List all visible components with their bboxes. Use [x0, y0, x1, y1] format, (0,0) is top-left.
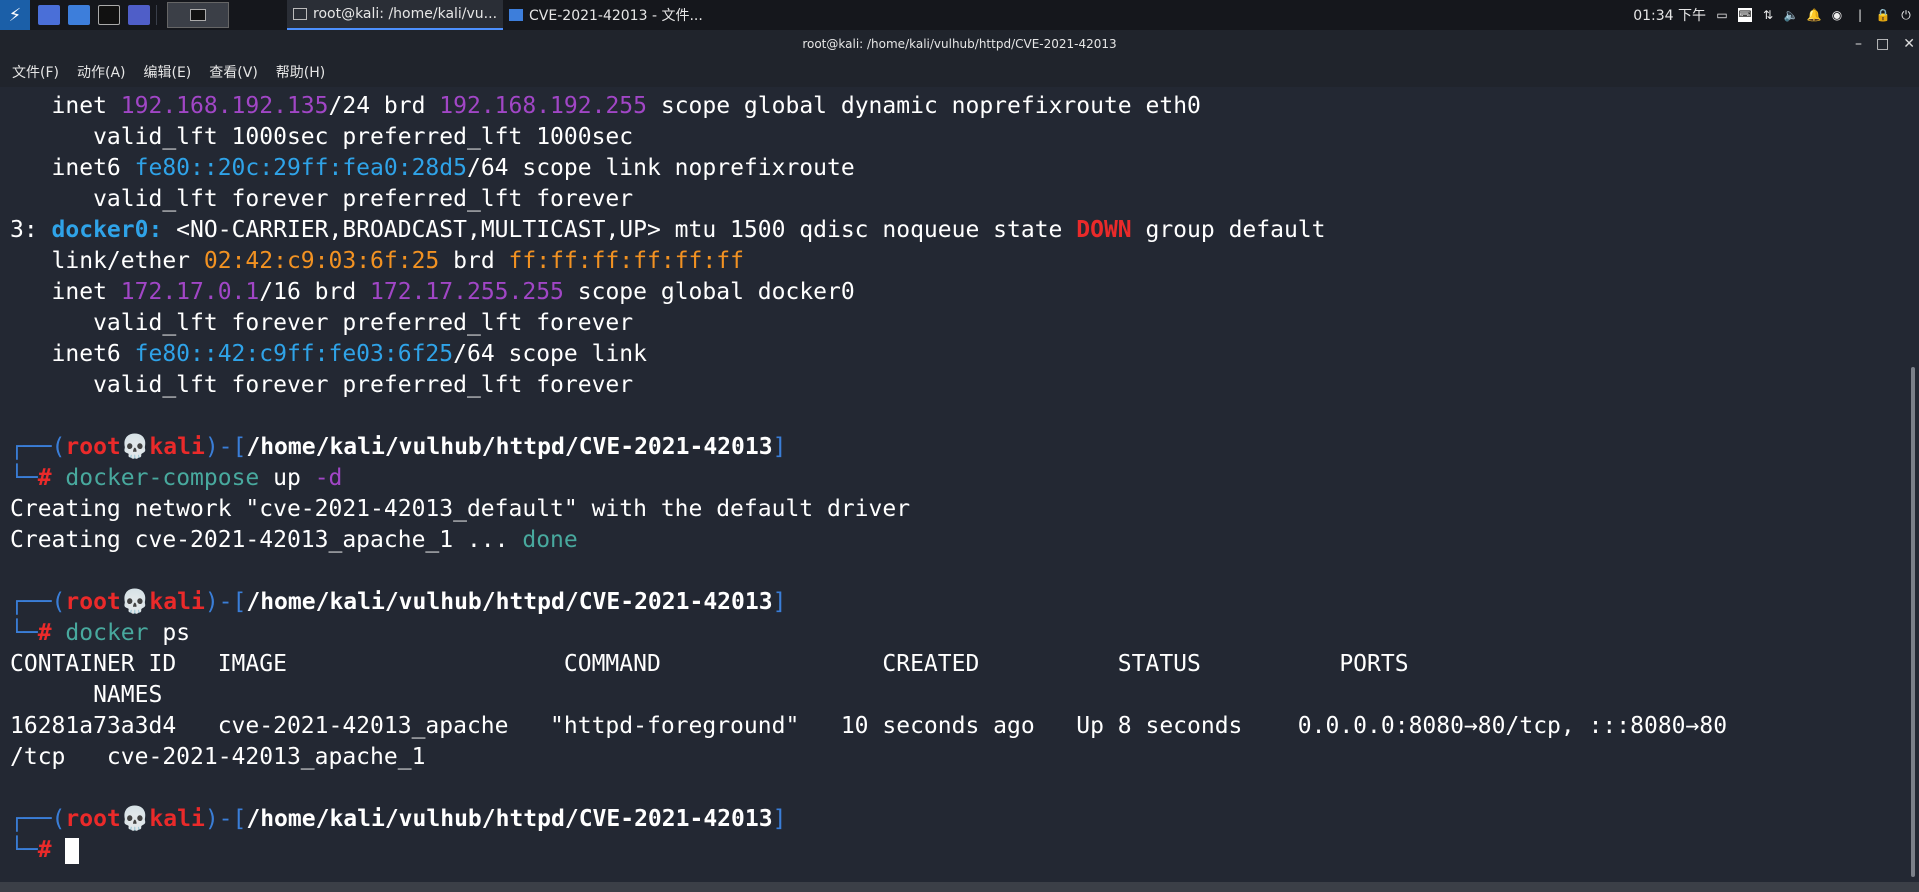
menu-file[interactable]: 文件(F): [12, 62, 59, 82]
terminal-icon[interactable]: [98, 5, 120, 25]
terminal-line: Creating network "cve-2021-42013_default…: [10, 496, 911, 522]
window-titlebar[interactable]: root@kali: /home/kali/vulhub/httpd/CVE-2…: [0, 30, 1919, 57]
lock-icon[interactable]: 🔒: [1876, 8, 1891, 22]
command-line: └─# docker-compose up -d: [10, 465, 343, 491]
terminal-line: valid_lft forever preferred_lft forever: [10, 186, 634, 212]
terminal-line: valid_lft forever preferred_lft forever: [10, 372, 634, 398]
panel-separator: [156, 5, 157, 25]
terminal-line: inet6 fe80::20c:29ff:fea0:28d5/64 scope …: [10, 155, 855, 181]
menu-help[interactable]: 帮助(H): [276, 62, 325, 82]
clock[interactable]: 01:34 下午: [1633, 5, 1706, 25]
skull-icon: 💀: [120, 589, 150, 615]
terminal-window-icon: [293, 8, 307, 20]
terminal-line: Creating cve-2021-42013_apache_1 ... don…: [10, 527, 578, 553]
terminal-line: 3: docker0: <NO-CARRIER,BROADCAST,MULTIC…: [10, 217, 1326, 243]
terminal-line: /tcp cve-2021-42013_apache_1: [10, 744, 426, 770]
maximize-icon[interactable]: □: [1876, 36, 1889, 52]
menu-action[interactable]: 动作(A): [77, 62, 126, 82]
kali-menu-icon[interactable]: ⚡: [0, 0, 30, 30]
terminal-line: valid_lft 1000sec preferred_lft 1000sec: [10, 124, 634, 150]
command-line: └─#: [10, 835, 80, 866]
prompt-line: ┌──(root💀kali)-[/home/kali/vulhub/httpd/…: [10, 434, 787, 460]
volume-icon[interactable]: 🔈: [1784, 8, 1799, 22]
file-manager-icon[interactable]: [68, 5, 90, 25]
terminal-output[interactable]: inet 192.168.192.135/24 brd 192.168.192.…: [0, 87, 1908, 882]
window-title: root@kali: /home/kali/vulhub/httpd/CVE-2…: [802, 36, 1117, 51]
terminal-scrollbar[interactable]: [1908, 87, 1919, 882]
menu-bar: 文件(F) 动作(A) 编辑(E) 查看(V) 帮助(H): [0, 57, 1919, 87]
power-manager-icon[interactable]: ◉: [1830, 8, 1844, 22]
command-line: └─# docker ps: [10, 620, 191, 646]
top-panel: ⚡ root@kali: /home/kali/vu... CVE-2021-4…: [0, 0, 1919, 30]
workspace-thumbnail: [190, 9, 206, 21]
logout-icon[interactable]: ⏻: [1899, 8, 1913, 22]
taskbar-terminal-window[interactable]: root@kali: /home/kali/vu...: [287, 0, 504, 30]
minimize-icon[interactable]: –: [1855, 36, 1862, 52]
terminal-line: inet 192.168.192.135/24 brd 192.168.192.…: [10, 93, 1201, 119]
notification-bell-icon[interactable]: 🔔: [1807, 8, 1822, 22]
terminal-line: inet6 fe80::42:c9ff:fe03:6f25/64 scope l…: [10, 341, 647, 367]
desktop-icon[interactable]: [38, 5, 60, 25]
network-icon[interactable]: ⇅: [1761, 8, 1775, 22]
terminal-line: CONTAINER ID IMAGE COMMAND CREATED STATU…: [10, 651, 1409, 677]
prompt-line: ┌──(root💀kali)-[/home/kali/vulhub/httpd/…: [10, 806, 787, 832]
scrollbar-thumb[interactable]: [1911, 367, 1915, 877]
terminal-line: valid_lft forever preferred_lft forever: [10, 310, 634, 336]
terminal-line: inet 172.17.0.1/16 brd 172.17.255.255 sc…: [10, 279, 855, 305]
skull-icon: 💀: [120, 434, 150, 460]
terminal-line: NAMES: [10, 682, 163, 708]
terminal-line: link/ether 02:42:c9:03:6f:25 brd ff:ff:f…: [10, 248, 744, 274]
display-icon[interactable]: ▭: [1715, 8, 1729, 22]
close-icon[interactable]: ✕: [1903, 36, 1915, 52]
keyboard-icon[interactable]: ⌨: [1738, 8, 1752, 22]
text-cursor: [65, 837, 80, 864]
taskbar-file-title: CVE-2021-42013 - 文件...: [529, 8, 703, 24]
window-bottom-edge: [0, 882, 1919, 892]
taskbar-file-window[interactable]: CVE-2021-42013 - 文件...: [503, 0, 709, 30]
menu-view[interactable]: 查看(V): [209, 62, 258, 82]
browser-icon[interactable]: [128, 5, 150, 25]
menu-edit[interactable]: 编辑(E): [144, 62, 192, 82]
taskbar-terminal-title: root@kali: /home/kali/vu...: [313, 6, 498, 22]
separator-icon: |: [1857, 8, 1863, 22]
terminal-line: 16281a73a3d4 cve-2021-42013_apache "http…: [10, 713, 1728, 739]
skull-icon: 💀: [120, 806, 150, 832]
workspace-switcher[interactable]: [167, 2, 229, 28]
prompt-line: ┌──(root💀kali)-[/home/kali/vulhub/httpd/…: [10, 589, 787, 615]
folder-icon: [509, 9, 524, 21]
